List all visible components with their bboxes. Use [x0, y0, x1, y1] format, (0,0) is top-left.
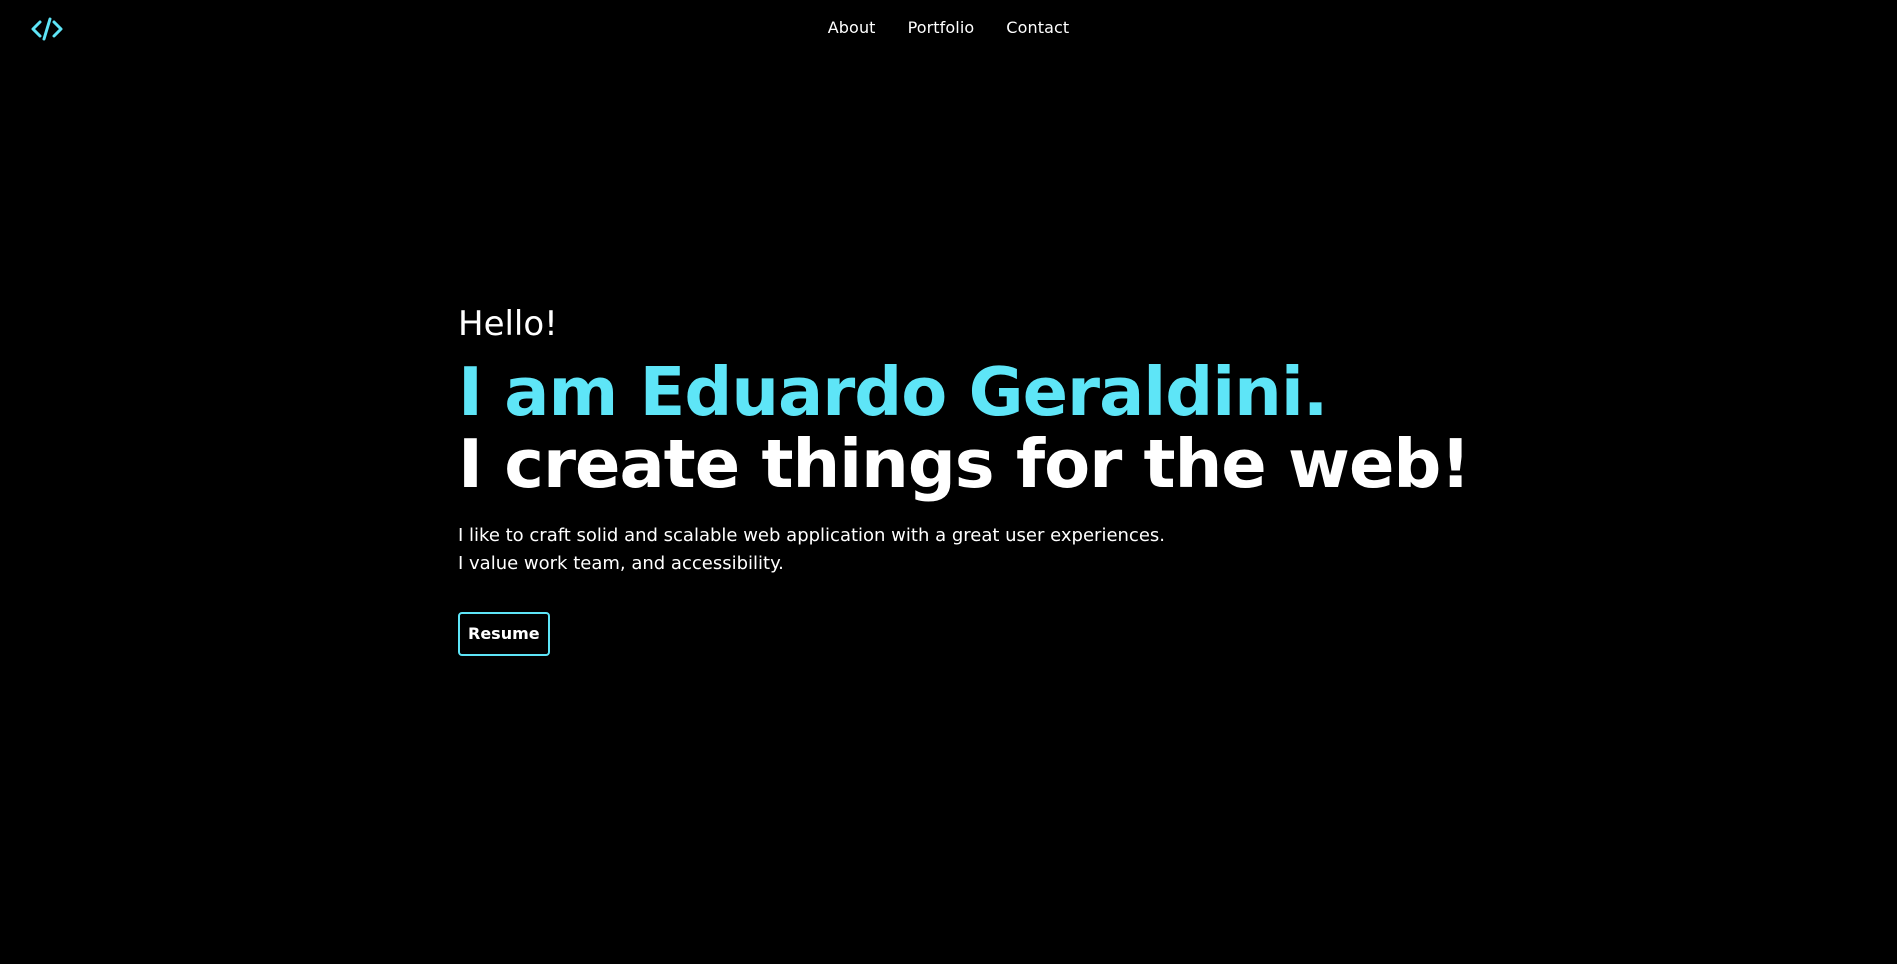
nav-link-about[interactable]: About [828, 18, 876, 37]
hero-tagline: I create things for the web! [458, 425, 1471, 503]
hero-section: Hello! I am Eduardo Geraldini. I create … [458, 298, 1558, 656]
resume-button[interactable]: Resume [458, 612, 550, 656]
nav-link-contact[interactable]: Contact [1006, 18, 1069, 37]
main-nav: About Portfolio Contact [0, 18, 1897, 37]
nav-link-portfolio[interactable]: Portfolio [908, 18, 975, 37]
hero-description-line: I value work team, and accessibility. [458, 553, 784, 574]
hero-headline: I am Eduardo Geraldini. I create things … [458, 356, 1558, 500]
hero-description-line: I like to craft solid and scalable web a… [458, 525, 1165, 546]
page: About Portfolio Contact Hello! I am Edua… [0, 0, 1897, 964]
hero-greeting: Hello! [458, 304, 558, 344]
hero-name-line: I am Eduardo Geraldini. [458, 353, 1328, 431]
hero-description: I like to craft solid and scalable web a… [458, 522, 1558, 578]
